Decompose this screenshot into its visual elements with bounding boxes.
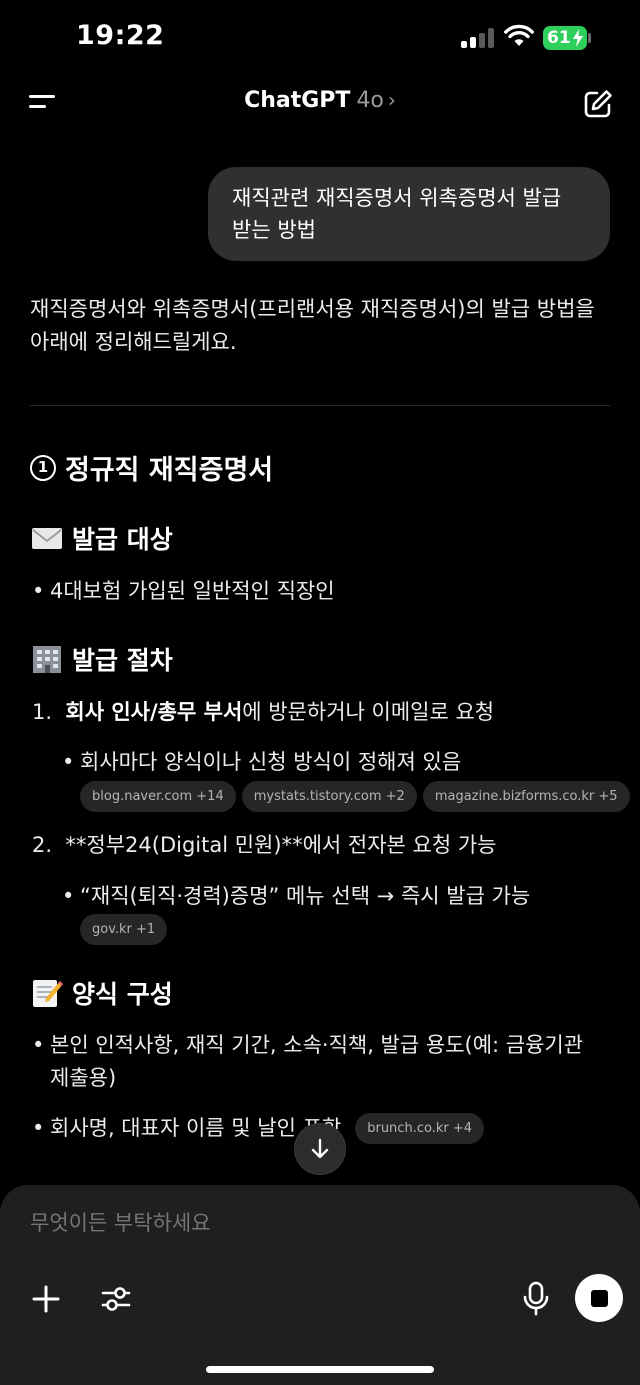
home-indicator[interactable] <box>206 1366 434 1373</box>
step2-sub-text: “재직(퇴직·경력)증명” 메뉴 선택 → 즉시 발급 가능 <box>80 884 531 908</box>
target-bullet-text: 4대보험 가입된 일반적인 직장인 <box>50 579 335 603</box>
heading-form: 양식 구성 <box>30 975 173 1011</box>
list-item: • 본인 인적사항, 재직 기간, 소속·직책, 발급 용도(예: 금융기관 제출… <box>32 1033 584 1090</box>
model-name: 4o <box>356 88 384 113</box>
memo-icon <box>33 980 63 1007</box>
app-title: ChatGPT <box>244 88 351 113</box>
wifi-icon <box>504 24 534 46</box>
step1-bold: 회사 인사/총무 부서 <box>65 700 243 724</box>
source-chips: gov.kr +1 <box>80 914 173 945</box>
composer <box>0 1185 640 1385</box>
charging-bolt-icon <box>573 29 583 47</box>
cellular-signal-icon <box>461 28 495 48</box>
envelope-icon <box>32 528 62 549</box>
chevron-right-icon: › <box>387 88 396 112</box>
step-number: 2. <box>32 833 53 857</box>
circled-number-icon: 1 <box>30 454 56 481</box>
stop-icon <box>591 1290 608 1307</box>
list-item: 2. **정부24(Digital 민원)**에서 전자본 요청 가능 <box>32 829 496 862</box>
sliders-icon[interactable] <box>100 1283 132 1315</box>
step2-text: **정부24(Digital 민원)**에서 전자본 요청 가능 <box>65 833 497 857</box>
source-chips: blog.naver.com +14 mystats.tistory.com +… <box>80 781 636 812</box>
step-number: 1. <box>32 700 53 724</box>
list-item: • 회사명, 대표자 이름 및 날인 포함 brunch.co.kr +4 <box>32 1112 490 1145</box>
heading-target: 발급 대상 <box>30 520 173 556</box>
source-chip[interactable]: brunch.co.kr +4 <box>355 1113 484 1144</box>
step1-sub-text: 회사마다 양식이나 신청 방식이 정해져 있음 <box>80 750 462 774</box>
section-heading: 1 정규직 재직증명서 <box>30 448 273 487</box>
user-message-bubble: 재직관련 재직증명서 위촉증명서 발급 받는 방법 <box>208 167 610 261</box>
assistant-intro: 재직증명서와 위촉증명서(프리랜서용 재직증명서)의 발급 방법을 아래에 정리… <box>30 297 595 354</box>
arrow-down-icon <box>311 1138 329 1159</box>
list-item: • 회사마다 양식이나 신청 방식이 정해져 있음 <box>62 750 462 774</box>
source-chip[interactable]: magazine.bizforms.co.kr +5 <box>422 781 630 812</box>
step1-text: 에 방문하거나 이메일로 요청 <box>242 700 495 724</box>
scroll-to-bottom-button[interactable] <box>294 1123 346 1175</box>
edit-icon[interactable] <box>582 88 614 120</box>
battery-indicator: 61 <box>543 26 587 50</box>
message-input[interactable] <box>30 1211 530 1235</box>
heading-process-text: 발급 절차 <box>72 646 173 675</box>
list-item: 1. 회사 인사/총무 부서에 방문하거나 이메일로 요청 <box>32 696 494 729</box>
microphone-icon[interactable] <box>520 1281 552 1317</box>
form-bullet-1-text: 본인 인적사항, 재직 기간, 소속·직책, 발급 용도(예: 금융기관 제출용… <box>50 1033 584 1090</box>
plus-icon[interactable] <box>30 1283 62 1315</box>
divider <box>30 405 610 406</box>
heading-target-text: 발급 대상 <box>72 525 173 554</box>
stop-button[interactable] <box>575 1274 623 1322</box>
list-item: • 4대보험 가입된 일반적인 직장인 <box>32 579 335 603</box>
status-bar: 19:22 61 <box>0 0 640 76</box>
source-chip[interactable]: blog.naver.com +14 <box>80 781 236 812</box>
source-chip[interactable]: gov.kr +1 <box>80 914 168 945</box>
office-building-icon <box>33 646 61 673</box>
heading-form-text: 양식 구성 <box>72 980 173 1009</box>
battery-level: 61 <box>547 28 571 48</box>
chat-header: ChatGPT 4o › <box>0 76 640 132</box>
battery-cap <box>588 33 591 43</box>
model-selector[interactable]: ChatGPT 4o › <box>0 88 640 113</box>
heading-process: 발급 절차 <box>30 641 173 677</box>
section-title: 정규직 재직증명서 <box>65 455 274 486</box>
list-item: • “재직(퇴직·경력)증명” 메뉴 선택 → 즉시 발급 가능 <box>62 884 531 908</box>
source-chip[interactable]: mystats.tistory.com +2 <box>241 781 417 812</box>
status-time: 19:22 <box>76 20 165 51</box>
